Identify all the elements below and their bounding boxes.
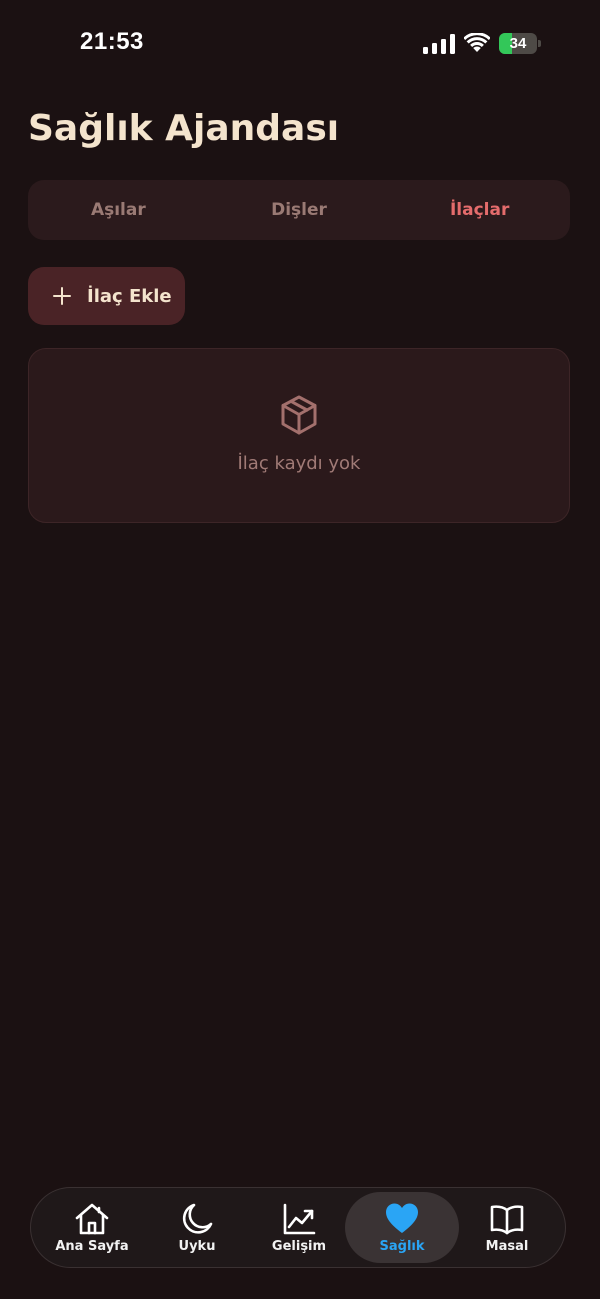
segmented-control: Aşılar Dişler İlaçlar [28, 180, 570, 240]
battery-indicator: 34 [499, 33, 541, 54]
battery-percent: 34 [509, 35, 527, 52]
empty-state-message: İlaç kaydı yok [237, 453, 361, 474]
status-time: 21:53 [80, 28, 144, 55]
tab-stories[interactable]: Masal [467, 1192, 547, 1263]
segment-tab-medicines[interactable]: İlaçlar [389, 180, 570, 240]
tab-growth-label: Gelişim [271, 1239, 327, 1254]
segment-tab-teeth[interactable]: Dişler [209, 180, 390, 240]
cellular-signal-icon [423, 34, 455, 54]
tab-sleep-label: Uyku [178, 1239, 216, 1254]
bottom-tab-bar: Ana Sayfa Uyku Gelişim Sağlık Masal [30, 1187, 566, 1268]
home-icon [75, 1203, 109, 1235]
chart-trend-icon [283, 1203, 316, 1235]
box-icon [281, 395, 317, 435]
tab-growth[interactable]: Gelişim [259, 1192, 339, 1263]
add-medicine-label: İlaç Ekle [87, 285, 172, 307]
tab-sleep[interactable]: Uyku [157, 1192, 237, 1263]
wifi-icon [464, 33, 490, 52]
segment-tab-vaccines[interactable]: Aşılar [28, 180, 209, 240]
tab-health-label: Sağlık [379, 1239, 425, 1254]
empty-state-card: İlaç kaydı yok [28, 348, 570, 523]
plus-icon [52, 286, 72, 306]
status-bar: 21:53 34 [0, 0, 600, 90]
tab-home-label: Ana Sayfa [55, 1239, 129, 1254]
add-medicine-button[interactable]: İlaç Ekle [28, 267, 185, 325]
heart-icon [386, 1203, 418, 1233]
moon-icon [182, 1203, 213, 1234]
tab-home[interactable]: Ana Sayfa [49, 1192, 135, 1263]
tab-health[interactable]: Sağlık [345, 1192, 459, 1263]
book-icon [490, 1205, 524, 1235]
tab-stories-label: Masal [485, 1239, 529, 1254]
page-title: Sağlık Ajandası [28, 108, 340, 149]
